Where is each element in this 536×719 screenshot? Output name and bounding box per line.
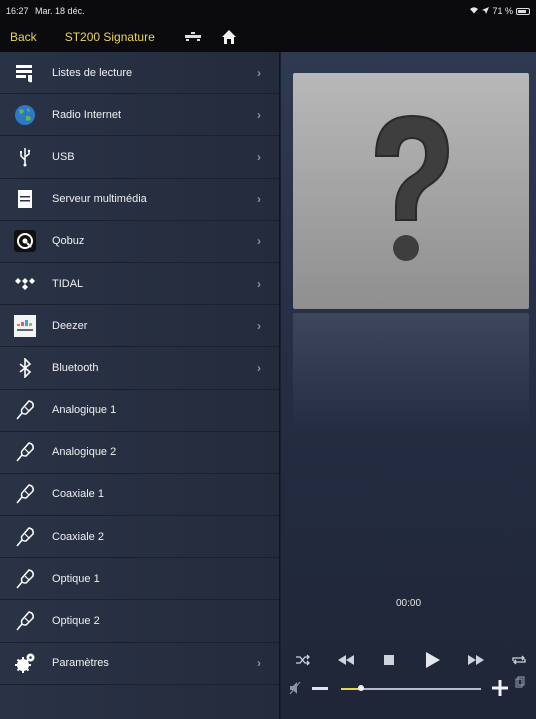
usb-icon bbox=[14, 146, 36, 168]
sidebar-item-analogique-2[interactable]: Analogique 2 bbox=[0, 432, 279, 474]
chevron-right-icon: › bbox=[257, 656, 261, 671]
bluetooth-icon bbox=[14, 357, 36, 379]
playlist-icon bbox=[14, 62, 36, 84]
battery-icon bbox=[516, 7, 530, 15]
transport-controls bbox=[291, 648, 531, 672]
location-icon bbox=[482, 6, 490, 16]
status-date: Mar. 18 déc. bbox=[35, 6, 85, 16]
connector-icon bbox=[14, 441, 36, 463]
back-button[interactable]: Back bbox=[10, 30, 37, 44]
device-title: ST200 Signature bbox=[64, 30, 155, 44]
connector-icon bbox=[14, 483, 36, 505]
connector-icon bbox=[14, 568, 36, 590]
stop-icon[interactable] bbox=[377, 650, 401, 670]
tidal-icon bbox=[14, 273, 36, 295]
sidebar-item-playlists[interactable]: Listes de lecture › bbox=[0, 52, 279, 95]
elapsed-time: 00:00 bbox=[395, 598, 422, 609]
sidebar-item-label: Coaxiale 2 bbox=[52, 530, 104, 543]
settings-gears-icon bbox=[14, 652, 36, 674]
sidebar-item-label: TIDAL bbox=[52, 277, 84, 290]
sidebar-item-deezer[interactable]: Deezer › bbox=[0, 305, 279, 348]
sidebar-item-coaxiale-2[interactable]: Coaxiale 2 bbox=[0, 516, 279, 559]
sidebar-item-radio-internet[interactable]: Radio Internet › bbox=[0, 94, 279, 137]
nav-bar: Back ST200 Signature bbox=[0, 22, 536, 52]
shuffle-icon[interactable] bbox=[291, 650, 315, 670]
sidebar-item-optique-2[interactable]: Optique 2 bbox=[0, 600, 279, 643]
status-bar: 16:27 Mar. 18 déc. 71 % bbox=[0, 0, 536, 22]
sidebar-item-usb[interactable]: USB › bbox=[0, 136, 279, 179]
chevron-right-icon: › bbox=[257, 149, 261, 164]
sidebar-item-parametres[interactable]: Paramètres › bbox=[0, 643, 279, 685]
sidebar-item-label: Bluetooth bbox=[52, 361, 99, 374]
chevron-right-icon: › bbox=[257, 234, 261, 249]
rewind-icon[interactable] bbox=[334, 650, 358, 670]
fast-forward-icon[interactable] bbox=[464, 650, 488, 670]
chevron-right-icon: › bbox=[257, 360, 261, 375]
chevron-right-icon: › bbox=[257, 65, 261, 80]
chevron-right-icon: › bbox=[257, 318, 261, 333]
volume-slider-thumb[interactable] bbox=[357, 685, 364, 691]
home-icon[interactable] bbox=[221, 29, 237, 45]
volume-control bbox=[289, 675, 534, 702]
album-art-reflection bbox=[293, 313, 529, 433]
repeat-icon[interactable] bbox=[507, 650, 531, 670]
connector-icon bbox=[14, 610, 36, 632]
sidebar-item-label: Coaxiale 1 bbox=[52, 488, 104, 501]
sidebar-item-label: Optique 2 bbox=[52, 615, 100, 628]
sidebar-item-optique-1[interactable]: Optique 1 bbox=[0, 558, 279, 601]
chevron-right-icon: › bbox=[257, 192, 261, 207]
status-time-date: 16:27 Mar. 18 déc. bbox=[6, 6, 85, 16]
sidebar-item-label: Deezer bbox=[52, 319, 88, 332]
sidebar-item-label: Paramètres bbox=[52, 657, 109, 670]
volume-up-icon[interactable] bbox=[491, 679, 509, 702]
sidebar-item-label: Analogique 2 bbox=[52, 446, 117, 459]
sidebar-item-analogique-1[interactable]: Analogique 1 bbox=[0, 390, 279, 432]
deezer-icon bbox=[14, 314, 36, 337]
volume-down-icon[interactable] bbox=[311, 681, 329, 700]
copy-icon[interactable] bbox=[515, 675, 525, 693]
qobuz-icon bbox=[14, 230, 36, 253]
wifi-icon bbox=[469, 6, 479, 16]
sidebar-item-label: Serveur multimédia bbox=[52, 193, 147, 206]
source-sidebar: Listes de lecture › Radio Internet › USB… bbox=[0, 52, 280, 719]
now-playing-panel: 00:00 bbox=[281, 52, 536, 719]
sidebar-item-coaxiale-1[interactable]: Coaxiale 1 bbox=[0, 474, 279, 517]
sidebar-item-label: Radio Internet bbox=[52, 108, 122, 121]
battery-percent: 71 % bbox=[492, 6, 513, 16]
album-art-placeholder bbox=[293, 73, 529, 309]
question-mark-icon bbox=[374, 114, 450, 261]
play-icon[interactable] bbox=[421, 650, 445, 670]
sidebar-item-label: USB bbox=[52, 150, 75, 163]
sidebar-item-tidal[interactable]: TIDAL › bbox=[0, 263, 279, 306]
sidebar-item-label: Listes de lecture bbox=[52, 66, 133, 79]
sidebar-item-bluetooth[interactable]: Bluetooth › bbox=[0, 347, 279, 390]
connector-icon bbox=[14, 399, 36, 421]
chevron-right-icon: › bbox=[257, 107, 261, 122]
sidebar-item-label: Optique 1 bbox=[52, 572, 100, 585]
chevron-right-icon: › bbox=[257, 276, 261, 291]
status-time: 16:27 bbox=[6, 6, 29, 16]
status-right: 71 % bbox=[469, 6, 530, 16]
server-icon bbox=[14, 188, 36, 210]
sidebar-item-qobuz[interactable]: Qobuz › bbox=[0, 221, 279, 263]
connector-icon bbox=[14, 526, 36, 548]
device-icon[interactable] bbox=[183, 30, 203, 44]
mute-icon[interactable] bbox=[289, 681, 301, 700]
sidebar-item-label: Qobuz bbox=[52, 235, 85, 248]
sidebar-item-label: Analogique 1 bbox=[52, 404, 117, 417]
globe-icon bbox=[14, 104, 36, 126]
sidebar-item-media-server[interactable]: Serveur multimédia › bbox=[0, 179, 279, 221]
